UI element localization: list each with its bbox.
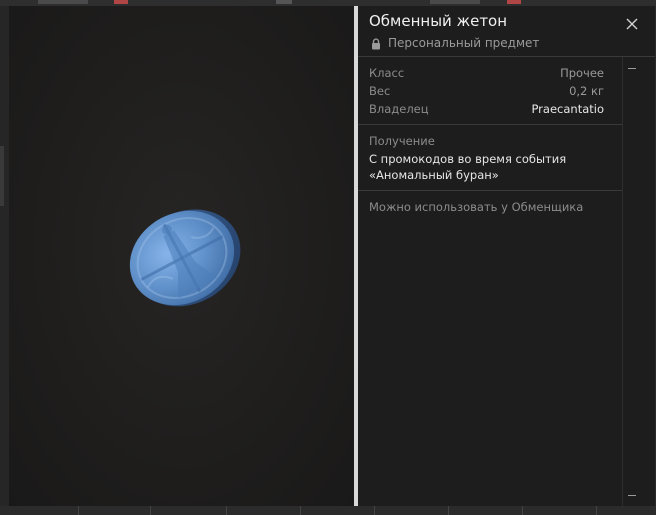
background-separator [78, 506, 79, 515]
item-details-modal: Обменный жетон Персональный предмет Клас… [9, 6, 655, 506]
background-separator [374, 506, 375, 515]
stat-value: 0,2 кг [569, 84, 604, 98]
background-separator [300, 506, 301, 515]
background-scrollbar [0, 146, 4, 206]
scrollbar-track[interactable] [622, 57, 623, 506]
item-image-pane [9, 6, 354, 506]
background-separator [150, 506, 151, 515]
section-divider [358, 190, 622, 191]
scrollbar-bottom-marker [628, 495, 636, 496]
item-title: Обменный жетон [369, 12, 508, 30]
obtain-label: Получение [369, 134, 435, 148]
background-fragment [276, 0, 292, 4]
stat-value: Прочее [560, 66, 604, 80]
scrollbar-top-marker [628, 68, 636, 69]
header-divider [358, 56, 655, 57]
stat-value-owner: Praecantatio [531, 102, 604, 116]
usage-text: Можно использовать у Обменщика [369, 200, 584, 214]
stat-row-class: Класс Прочее [369, 66, 604, 82]
background-bottom-bar [0, 506, 656, 515]
background-separator [596, 506, 597, 515]
background-fragment [38, 0, 88, 4]
background-separator [448, 506, 449, 515]
lock-icon [372, 38, 380, 50]
background-fragment [430, 0, 480, 4]
item-header: Обменный жетон Персональный предмет [358, 6, 655, 56]
background-fragment [114, 0, 128, 4]
section-divider [358, 124, 622, 125]
stat-row-owner: Владелец Praecantatio [369, 102, 604, 118]
close-icon[interactable] [624, 16, 640, 32]
background-separator [226, 506, 227, 515]
item-info-pane: Обменный жетон Персональный предмет Клас… [358, 6, 655, 506]
obtain-text: С промокодов во время события «Аномальны… [369, 152, 567, 182]
background-separator [522, 506, 523, 515]
background-fragment [507, 0, 521, 4]
stat-row-weight: Вес 0,2 кг [369, 84, 604, 100]
token-image [129, 209, 241, 307]
item-subtitle: Персональный предмет [388, 36, 540, 50]
stat-key: Вес [369, 84, 391, 98]
stat-key: Владелец [369, 102, 429, 116]
stat-key: Класс [369, 66, 405, 80]
